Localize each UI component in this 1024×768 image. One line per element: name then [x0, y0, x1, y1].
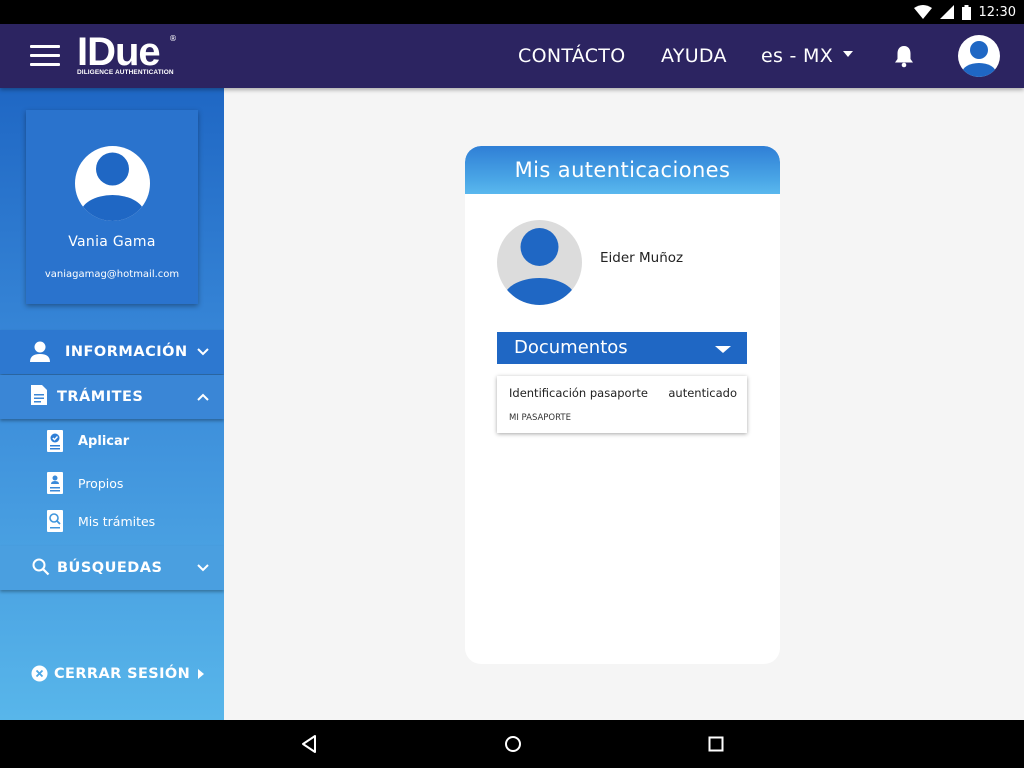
profile-avatar — [75, 146, 150, 221]
close-circle-icon — [31, 665, 48, 682]
sidebar-section-label: TRÁMITES — [57, 389, 144, 405]
user-avatar-icon[interactable] — [958, 35, 1000, 77]
card-title: Mis autenticaciones — [465, 146, 780, 194]
caret-down-icon — [715, 346, 731, 353]
profile-email: vaniagamag@hotmail.com — [44, 269, 180, 280]
status-bar: 12:30 — [0, 0, 1024, 24]
logo-registered-mark: ® — [169, 34, 177, 43]
documents-dropdown-label: Documentos — [514, 337, 628, 358]
chevron-right-icon — [198, 669, 204, 679]
nav-ayuda-link[interactable]: AYUDA — [661, 24, 727, 88]
sidebar-section-label: BÚSQUEDAS — [57, 560, 163, 576]
sidebar-item-label: Propios — [78, 476, 124, 491]
search-document-icon — [47, 510, 63, 532]
authentications-card: Mis autenticaciones Eider Muñoz Document… — [465, 146, 780, 664]
document-icon — [31, 385, 47, 405]
sidebar-section-busquedas[interactable]: BÚSQUEDAS — [0, 546, 224, 590]
person-avatar — [497, 220, 582, 305]
sidebar-item-propios[interactable]: Propios — [0, 466, 224, 502]
logout-button[interactable]: CERRAR SESIÓN — [0, 656, 224, 692]
main-content: Mis autenticaciones Eider Muñoz Document… — [224, 88, 1024, 720]
person-name: Eider Muñoz — [600, 250, 684, 266]
logout-label: CERRAR SESIÓN — [54, 666, 191, 682]
logo-subtitle: DILIGENCE AUTHENTICATION — [77, 69, 174, 76]
profile-card: Vania Gama vaniagamag@hotmail.com — [26, 110, 198, 304]
signal-icon — [939, 5, 954, 19]
sidebar: Vania Gama vaniagamag@hotmail.com INFORM… — [0, 88, 224, 720]
wifi-icon — [913, 5, 932, 19]
document-subtitle: MI PASAPORTE — [509, 413, 571, 423]
apply-document-icon — [47, 430, 63, 452]
back-icon[interactable] — [298, 732, 322, 756]
document-title: Identificación pasaporte — [509, 386, 648, 400]
sidebar-section-informacion[interactable]: INFORMACIÓN — [0, 330, 224, 374]
documents-dropdown[interactable]: Documentos — [497, 332, 747, 364]
bell-icon[interactable] — [893, 44, 915, 68]
chevron-down-icon — [197, 348, 209, 356]
document-item[interactable]: Identificación pasaporte autenticado MI … — [497, 376, 747, 433]
logo-text: IDue — [77, 30, 161, 74]
sidebar-item-label: Aplicar — [78, 434, 130, 449]
profile-name: Vania Gama — [68, 234, 156, 250]
app-bar: IDue ® DILIGENCE AUTHENTICATION CONTÁCTO… — [0, 24, 1024, 88]
sidebar-section-label: INFORMACIÓN — [65, 344, 188, 360]
status-icons: 12:30 — [913, 0, 1016, 24]
sidebar-section-tramites[interactable]: TRÁMITES — [0, 375, 224, 419]
sidebar-item-aplicar[interactable]: Aplicar — [0, 424, 224, 460]
chevron-down-icon — [197, 564, 209, 572]
system-nav-bar — [0, 720, 1024, 768]
nav-contacto-link[interactable]: CONTÁCTO — [518, 24, 625, 88]
sidebar-item-mis-tramites[interactable]: Mis trámites — [0, 504, 224, 540]
id-document-icon — [47, 472, 63, 494]
language-label: es - MX — [761, 45, 834, 67]
sidebar-item-label: Mis trámites — [78, 514, 156, 529]
menu-icon[interactable] — [30, 45, 60, 67]
language-selector[interactable]: es - MX — [761, 24, 854, 88]
home-icon[interactable] — [501, 732, 525, 756]
chevron-down-icon — [843, 50, 854, 57]
search-icon — [32, 558, 50, 576]
chevron-up-icon — [197, 393, 209, 401]
document-status: autenticado — [668, 386, 737, 400]
battery-icon — [961, 4, 971, 20]
logo[interactable]: IDue ® DILIGENCE AUTHENTICATION — [77, 30, 181, 79]
status-time: 12:30 — [978, 4, 1016, 20]
person-icon — [30, 341, 50, 362]
recents-icon[interactable] — [704, 732, 728, 756]
